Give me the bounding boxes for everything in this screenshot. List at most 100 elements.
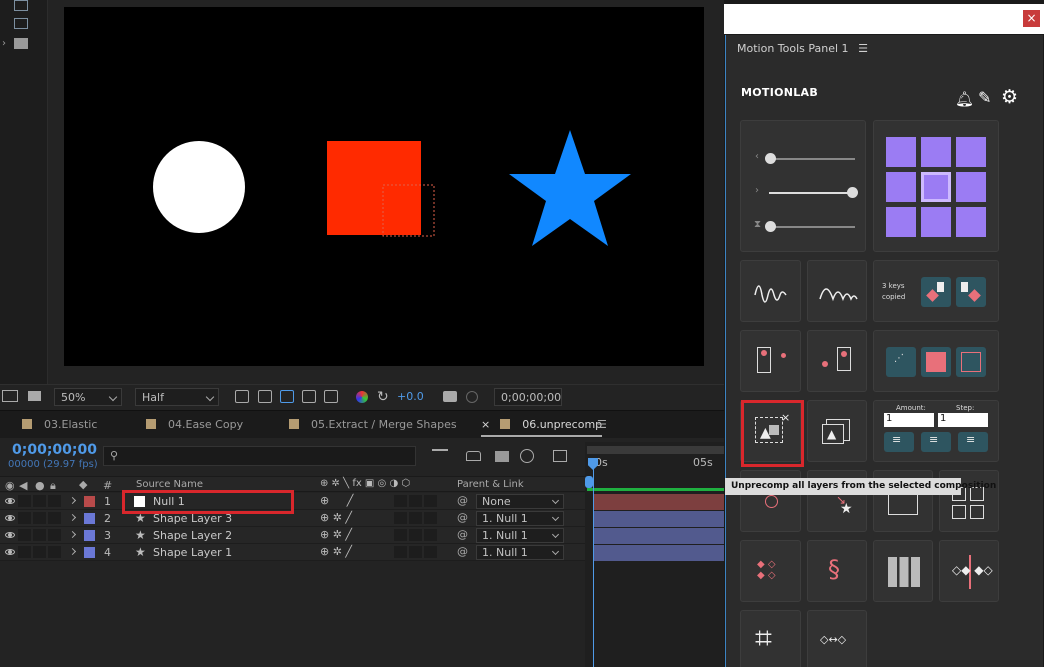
eye-icon[interactable]: [5, 515, 15, 521]
audio-cell[interactable]: [18, 512, 31, 524]
grid-layout-button[interactable]: [873, 540, 933, 602]
switch-cell[interactable]: [424, 495, 437, 507]
parent-dropdown[interactable]: None: [476, 494, 564, 509]
anchor-bottom-right[interactable]: [956, 207, 986, 237]
close-panel-button[interactable]: ×: [1023, 10, 1040, 27]
close-tab-icon[interactable]: ×: [481, 418, 490, 431]
amount-input[interactable]: 1: [884, 413, 934, 427]
transparency-grid-icon[interactable]: [258, 390, 272, 403]
layer-switches-icons[interactable]: ⊕ ✲ ╱: [320, 511, 352, 524]
pencil-icon[interactable]: ✎: [978, 88, 991, 107]
tab-05-extract-merge[interactable]: 05.Extract / Merge Shapes: [289, 418, 457, 431]
frame-blending-icon[interactable]: [520, 449, 534, 463]
solo-cell[interactable]: [33, 546, 46, 558]
label-color-swatch[interactable]: [84, 530, 95, 541]
fast-previews-icon[interactable]: [235, 390, 249, 403]
eye-icon[interactable]: [5, 532, 15, 538]
switch-cell[interactable]: [409, 546, 422, 558]
layer-switches-icons[interactable]: ⊕ ╱: [320, 494, 353, 507]
anchor-sliders-tile[interactable]: ‹ › ⧗: [740, 120, 866, 252]
exposure-value[interactable]: +0.0: [397, 390, 424, 403]
crop-button[interactable]: ⌗: [740, 610, 801, 667]
slider-track[interactable]: [769, 192, 855, 194]
anchor-grid-tile[interactable]: [873, 120, 999, 252]
panel-menu-icon[interactable]: ☰: [858, 42, 868, 55]
solo-cell[interactable]: [33, 529, 46, 541]
slider-knob[interactable]: [765, 221, 776, 232]
expand-layer-icon[interactable]: [68, 530, 77, 539]
resolution-dropdown[interactable]: Half: [135, 388, 219, 406]
switch-cell[interactable]: [424, 512, 437, 524]
layer-bar-null[interactable]: [593, 494, 724, 510]
eye-icon[interactable]: [5, 498, 15, 504]
layer-name[interactable]: Shape Layer 1: [153, 546, 232, 559]
anchor-top-center[interactable]: [921, 137, 951, 167]
motion-blur-icon[interactable]: [553, 450, 567, 462]
audio-cell[interactable]: [18, 546, 31, 558]
bounce-button[interactable]: [807, 260, 867, 322]
slider-knob[interactable]: [765, 153, 776, 164]
align-tools-tile[interactable]: Amount: Step: 1 1 ≡ ≡ ≡: [873, 400, 999, 462]
audio-cell[interactable]: [18, 495, 31, 507]
pick-whip-icon[interactable]: @: [457, 511, 468, 524]
anchor-top-left[interactable]: [886, 137, 916, 167]
work-area-start-handle[interactable]: [585, 476, 593, 488]
scatter-button[interactable]: ⋰: [886, 347, 916, 377]
channel-icon[interactable]: [356, 391, 368, 403]
paste-keys-button[interactable]: [956, 277, 986, 307]
layer-row[interactable]: 3 ★ Shape Layer 2 ⊕ ✲ ╱ @ 1. Null 1: [0, 527, 585, 544]
merge-button[interactable]: [807, 330, 867, 392]
lock-cell[interactable]: [48, 512, 61, 524]
column-parent-link[interactable]: Parent & Link: [457, 479, 524, 490]
playhead-line[interactable]: [593, 460, 594, 667]
tab-menu-icon[interactable]: ☰: [597, 418, 607, 431]
precomp-button[interactable]: ▲: [807, 400, 867, 462]
align-center-button[interactable]: ≡: [921, 432, 951, 452]
solo-cell[interactable]: [33, 495, 46, 507]
solo-cell[interactable]: [33, 512, 46, 524]
step-input[interactable]: 1: [938, 413, 988, 427]
slider-track[interactable]: [769, 158, 855, 160]
current-time[interactable]: 0;00;00;00: [12, 442, 97, 458]
lock-cell[interactable]: [48, 529, 61, 541]
layer-bar-shape-2[interactable]: [593, 528, 724, 544]
layer-name[interactable]: Shape Layer 2: [153, 529, 232, 542]
work-area-bar[interactable]: [587, 446, 724, 454]
lock-cell[interactable]: [48, 546, 61, 558]
switch-cell[interactable]: [424, 529, 437, 541]
composition-icon[interactable]: [14, 0, 28, 11]
label-color-swatch[interactable]: [84, 547, 95, 558]
stroke-button[interactable]: [956, 347, 986, 377]
switch-cell[interactable]: [409, 495, 422, 507]
white-circle-shape[interactable]: [153, 141, 245, 233]
ease-copy-tile[interactable]: 3 keys copied: [873, 260, 999, 322]
reset-exposure-icon[interactable]: ↻: [377, 389, 389, 405]
eye-icon[interactable]: [5, 549, 15, 555]
parent-dropdown[interactable]: 1. Null 1: [476, 545, 564, 560]
anchor-center[interactable]: [921, 172, 951, 202]
anchor-bottom-left[interactable]: [886, 207, 916, 237]
viewer-timecode[interactable]: 0;00;00;00: [494, 388, 562, 406]
copy-keys-button[interactable]: [921, 277, 951, 307]
expand-layer-icon[interactable]: [68, 496, 77, 505]
bell-icon[interactable]: 🔔︎: [955, 90, 974, 108]
anchor-middle-left[interactable]: [886, 172, 916, 202]
layer-bar-shape-1[interactable]: [593, 545, 724, 561]
anchor-bottom-center[interactable]: [921, 207, 951, 237]
lock-cell[interactable]: [48, 495, 61, 507]
grid-guide-icon[interactable]: [324, 390, 338, 403]
folder-icon[interactable]: [14, 38, 28, 49]
composition-icon[interactable]: [14, 18, 28, 29]
composition-canvas[interactable]: [64, 7, 704, 366]
pick-whip-icon[interactable]: @: [457, 494, 468, 507]
show-snapshot-icon[interactable]: [466, 391, 478, 403]
zoom-dropdown[interactable]: 50%: [54, 388, 122, 406]
red-square-shape[interactable]: [327, 141, 421, 235]
label-color-swatch[interactable]: [84, 496, 95, 507]
align-left-button[interactable]: ≡: [884, 432, 914, 452]
extract-button[interactable]: [740, 330, 801, 392]
switch-cell[interactable]: [394, 529, 407, 541]
tab-06-unprecomp[interactable]: × 06.unprecomp: [481, 418, 603, 437]
parent-dropdown[interactable]: 1. Null 1: [476, 511, 564, 526]
expand-arrow-icon[interactable]: ›: [2, 38, 6, 49]
